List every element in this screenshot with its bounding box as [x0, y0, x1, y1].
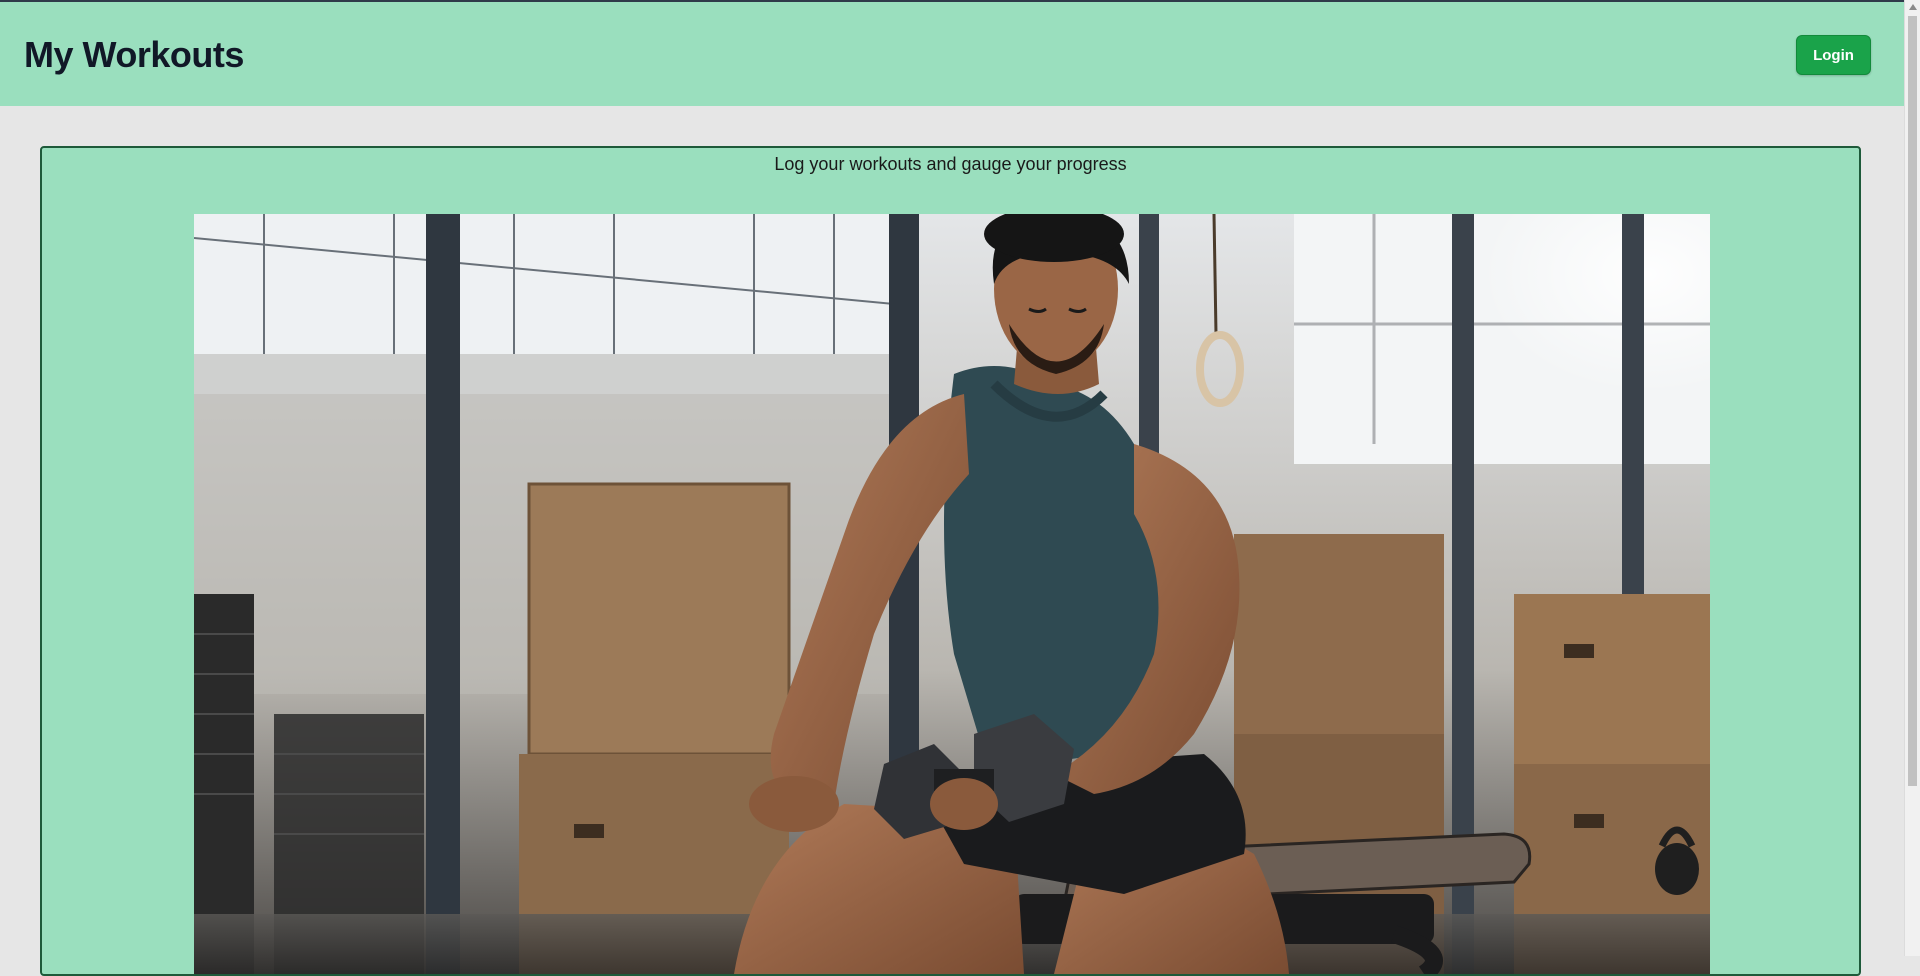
hero-tagline: Log your workouts and gauge your progres…: [774, 154, 1127, 174]
vertical-scrollbar[interactable]: [1904, 0, 1920, 956]
hero-image: [194, 214, 1710, 974]
hero-card: Log your workouts and gauge your progres…: [40, 146, 1861, 976]
login-button[interactable]: Login: [1796, 35, 1871, 75]
page-title: My Workouts: [24, 34, 244, 75]
scrollbar-thumb[interactable]: [1908, 16, 1917, 786]
app-header: My Workouts Login: [0, 2, 1904, 106]
triangle-up-icon[interactable]: [1905, 0, 1920, 14]
